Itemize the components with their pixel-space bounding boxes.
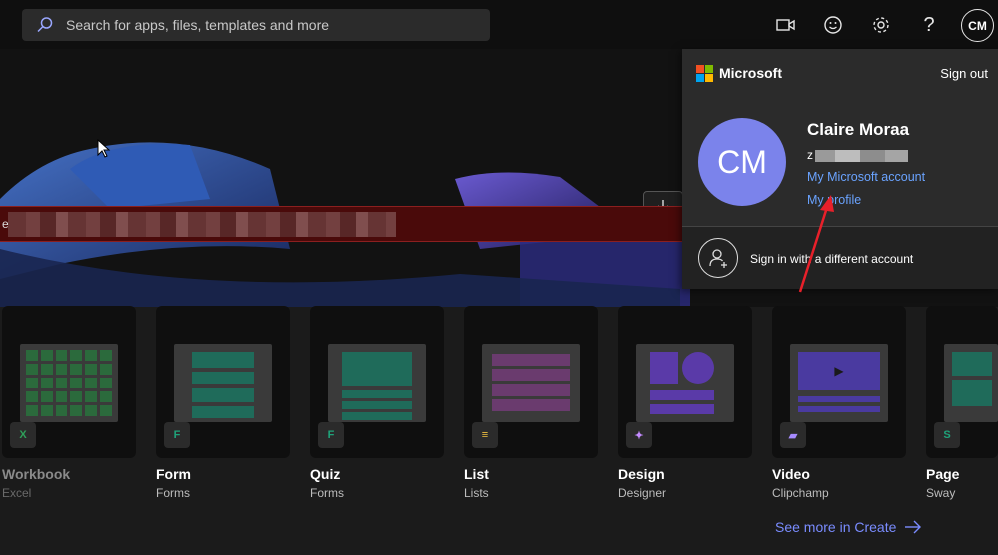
lists-icon: ≡ (472, 422, 498, 448)
workbook-thumbnail (20, 344, 118, 422)
search-placeholder: Search for apps, files, templates and mo… (66, 17, 330, 33)
card-title-quiz: Quiz (310, 466, 341, 482)
profile-avatar: CM (698, 118, 786, 206)
list-thumbnail (482, 344, 580, 422)
designer-icon: ✦ (626, 422, 652, 448)
card-video[interactable]: ▶ ▰ (772, 306, 906, 458)
gear-icon[interactable] (868, 12, 894, 38)
clipchamp-icon: ▰ (780, 422, 806, 448)
sway-icon: S (934, 422, 960, 448)
forms-icon: F (164, 422, 190, 448)
card-design[interactable]: ✦ (618, 306, 752, 458)
card-title-page: Page (926, 466, 960, 482)
meet-now-icon[interactable] (773, 12, 799, 38)
top-bar: Search for apps, files, templates and mo… (0, 0, 998, 49)
sign-out-button[interactable]: Sign out (940, 66, 988, 81)
search-icon (37, 17, 53, 33)
card-title-video: Video (772, 466, 810, 482)
card-title-workbook: Workbook (2, 466, 71, 482)
card-app-form: Forms (156, 486, 190, 500)
my-profile-link[interactable]: My profile (807, 193, 861, 207)
card-list[interactable]: ≡ (464, 306, 598, 458)
user-name: Claire Moraa (807, 120, 910, 139)
my-microsoft-account-link[interactable]: My Microsoft account (807, 170, 925, 184)
card-form[interactable]: F (156, 306, 290, 458)
card-app-workbook: Excel (2, 486, 32, 500)
arrow-right-icon (905, 520, 922, 534)
search-box[interactable]: Search for apps, files, templates and mo… (22, 9, 490, 41)
card-title-design: Design (618, 466, 665, 482)
see-more-link[interactable]: See more in Create (775, 519, 922, 535)
card-title-form: Form (156, 466, 191, 482)
user-email: z (807, 148, 813, 162)
add-person-icon (698, 238, 738, 278)
help-icon[interactable]: ? (916, 12, 942, 38)
card-app-quiz: Forms (310, 486, 344, 500)
account-manager-panel: Microsoft Sign out CM Claire Moraa z My … (682, 49, 998, 289)
sign-in-different-account-label: Sign in with a different account (750, 252, 914, 266)
brand-name: Microsoft (719, 65, 782, 81)
sign-in-different-account-button[interactable]: Sign in with a different account (682, 227, 998, 289)
card-app-page: Sway (926, 486, 956, 500)
feedback-smiley-icon[interactable] (820, 12, 846, 38)
quiz-thumbnail (328, 344, 426, 422)
notification-banner: e (0, 206, 682, 242)
forms-icon: F (318, 422, 344, 448)
microsoft-logo-icon (696, 65, 713, 82)
card-title-list: List (464, 466, 489, 482)
see-more-label: See more in Create (775, 519, 897, 535)
account-avatar-button[interactable]: CM (961, 9, 994, 42)
card-quiz[interactable]: F (310, 306, 444, 458)
card-workbook[interactable]: X (2, 306, 136, 458)
redacted-banner-text (8, 212, 396, 237)
design-thumbnail (636, 344, 734, 422)
page-thumbnail (944, 344, 998, 422)
card-app-video: Clipchamp (772, 486, 829, 500)
mouse-cursor-icon (97, 139, 111, 158)
excel-icon: X (10, 422, 36, 448)
card-page[interactable]: S (926, 306, 998, 458)
redacted-email (815, 150, 908, 162)
card-app-design: Designer (618, 486, 667, 500)
card-app-list: Lists (464, 486, 489, 500)
form-thumbnail (174, 344, 272, 422)
video-thumbnail: ▶ (790, 344, 888, 422)
